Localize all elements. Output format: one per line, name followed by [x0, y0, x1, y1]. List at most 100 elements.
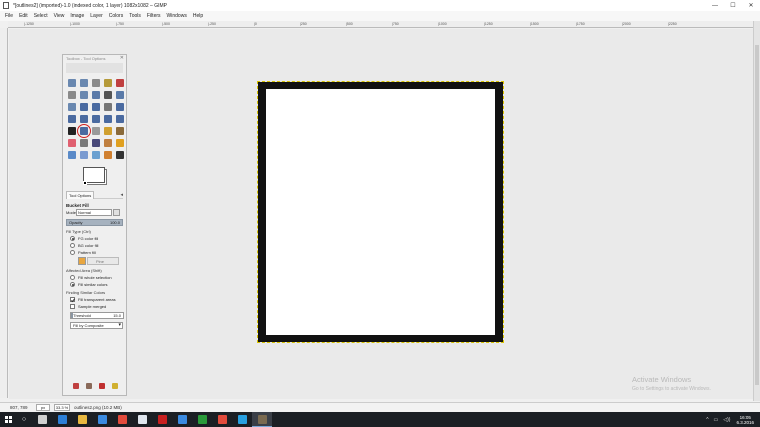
- minimize-button[interactable]: —: [706, 0, 724, 11]
- taskbar-app[interactable]: [252, 412, 272, 427]
- taskbar-app[interactable]: [172, 412, 192, 427]
- tool-button[interactable]: [102, 149, 114, 161]
- fill-by-select[interactable]: Fill by Composite: [70, 322, 123, 329]
- save-options-icon[interactable]: [72, 383, 79, 389]
- tool-button[interactable]: [114, 113, 126, 125]
- radio-icon[interactable]: [70, 236, 75, 241]
- menu-layer[interactable]: Layer: [90, 13, 103, 19]
- tool-button[interactable]: [78, 101, 90, 113]
- tool-button[interactable]: [102, 125, 114, 137]
- menu-file[interactable]: File: [5, 13, 13, 19]
- tool-button[interactable]: [102, 89, 114, 101]
- tool-button[interactable]: [90, 149, 102, 161]
- menu-tools[interactable]: Tools: [129, 13, 141, 19]
- search-icon[interactable]: ○: [16, 412, 32, 427]
- tool-button[interactable]: [114, 101, 126, 113]
- unit-select[interactable]: px: [36, 404, 50, 411]
- taskbar-app[interactable]: [72, 412, 92, 427]
- tool-button[interactable]: [66, 89, 78, 101]
- tool-button[interactable]: [90, 77, 102, 89]
- tool-button[interactable]: [78, 113, 90, 125]
- vertical-scrollbar[interactable]: [753, 21, 760, 401]
- tool-button[interactable]: [114, 137, 126, 149]
- image-canvas[interactable]: [257, 81, 504, 343]
- tool-button[interactable]: [114, 77, 126, 89]
- volume-icon[interactable]: ◁)): [723, 417, 730, 423]
- tool-button[interactable]: [78, 89, 90, 101]
- tool-button[interactable]: [66, 113, 78, 125]
- tool-button[interactable]: [66, 137, 78, 149]
- taskbar-app[interactable]: [132, 412, 152, 427]
- taskbar-app[interactable]: [32, 412, 52, 427]
- tool-button[interactable]: [102, 113, 114, 125]
- toolbox-close-icon[interactable]: ✕: [120, 55, 124, 61]
- restore-options-icon[interactable]: [85, 383, 92, 389]
- menu-select[interactable]: Select: [34, 13, 48, 19]
- tool-button[interactable]: [78, 137, 90, 149]
- tool-button[interactable]: [78, 149, 90, 161]
- fill-type-radio-0[interactable]: FG color fill: [70, 236, 123, 241]
- tool-button[interactable]: [102, 101, 114, 113]
- tool-button[interactable]: [66, 125, 78, 137]
- taskbar-app[interactable]: [112, 412, 132, 427]
- start-button[interactable]: [0, 412, 16, 427]
- fill-transparent-check-icon[interactable]: [70, 297, 75, 302]
- tool-button[interactable]: [90, 101, 102, 113]
- tool-button[interactable]: [66, 101, 78, 113]
- menu-image[interactable]: Image: [70, 13, 84, 19]
- horizontal-ruler[interactable]: |-1250 |-1000 |-750 |-500 |-250 |0 |250 |500 |75…: [8, 21, 753, 28]
- pattern-swatch[interactable]: [78, 257, 86, 265]
- taskbar-app[interactable]: [232, 412, 252, 427]
- mode-toggle-icon[interactable]: [113, 209, 120, 216]
- maximize-button[interactable]: ☐: [724, 0, 742, 11]
- opacity-slider[interactable]: Opacity 100.0: [66, 219, 123, 226]
- color-swatches[interactable]: [79, 165, 113, 187]
- tool-button[interactable]: [114, 149, 126, 161]
- taskbar-app[interactable]: [152, 412, 172, 427]
- radio-icon[interactable]: [70, 275, 75, 280]
- menu-help[interactable]: Help: [193, 13, 203, 19]
- menu-edit[interactable]: Edit: [19, 13, 28, 19]
- menu-colors[interactable]: Colors: [109, 13, 123, 19]
- radio-icon[interactable]: [70, 282, 75, 287]
- reset-options-icon[interactable]: [112, 383, 119, 389]
- affected-area-radio-1[interactable]: Fill similar colors: [70, 282, 123, 287]
- tool-button[interactable]: [90, 89, 102, 101]
- toolbox-drop-area[interactable]: [66, 63, 123, 73]
- default-colors-icon[interactable]: [83, 181, 87, 185]
- taskbar-app[interactable]: [212, 412, 232, 427]
- menu-view[interactable]: View: [54, 13, 65, 19]
- affected-area-radio-0[interactable]: Fill whole selection: [70, 275, 123, 280]
- menu-windows[interactable]: Windows: [167, 13, 187, 19]
- tab-tool-options[interactable]: Tool Options: [66, 190, 95, 199]
- fill-transparent-checkbox[interactable]: Fill transparent areas: [70, 297, 123, 302]
- tab-menu-icon[interactable]: ◂: [120, 192, 123, 198]
- menu-filters[interactable]: Filters: [147, 13, 161, 19]
- clock[interactable]: 16:05 6.3.2016: [736, 415, 754, 425]
- tool-button[interactable]: [66, 149, 78, 161]
- pattern-name[interactable]: Pine: [87, 257, 119, 265]
- taskbar-app[interactable]: [52, 412, 72, 427]
- radio-icon[interactable]: [70, 243, 75, 248]
- sample-merged-check-icon[interactable]: [70, 304, 75, 309]
- close-button[interactable]: ✕: [742, 0, 760, 11]
- radio-icon[interactable]: [70, 250, 75, 255]
- scrollbar-thumb[interactable]: [755, 45, 759, 385]
- taskbar-app[interactable]: [192, 412, 212, 427]
- threshold-slider[interactable]: Threshold 15.0: [70, 312, 124, 319]
- sample-merged-checkbox[interactable]: Sample merged: [70, 304, 123, 309]
- tool-button[interactable]: [90, 137, 102, 149]
- tool-button[interactable]: [114, 125, 126, 137]
- image-white-area[interactable]: [266, 89, 495, 335]
- delete-options-icon[interactable]: [99, 383, 106, 389]
- tool-button[interactable]: [102, 77, 114, 89]
- zoom-select[interactable]: 33.3 %: [54, 404, 70, 411]
- network-icon[interactable]: ▭: [714, 417, 719, 423]
- tool-button[interactable]: [90, 113, 102, 125]
- tray-overflow-icon[interactable]: ^: [706, 417, 708, 423]
- tool-button[interactable]: [77, 124, 91, 138]
- tool-button[interactable]: [102, 137, 114, 149]
- tool-button[interactable]: [114, 89, 126, 101]
- fill-type-radio-2[interactable]: Pattern fill: [70, 250, 123, 255]
- taskbar-app[interactable]: [92, 412, 112, 427]
